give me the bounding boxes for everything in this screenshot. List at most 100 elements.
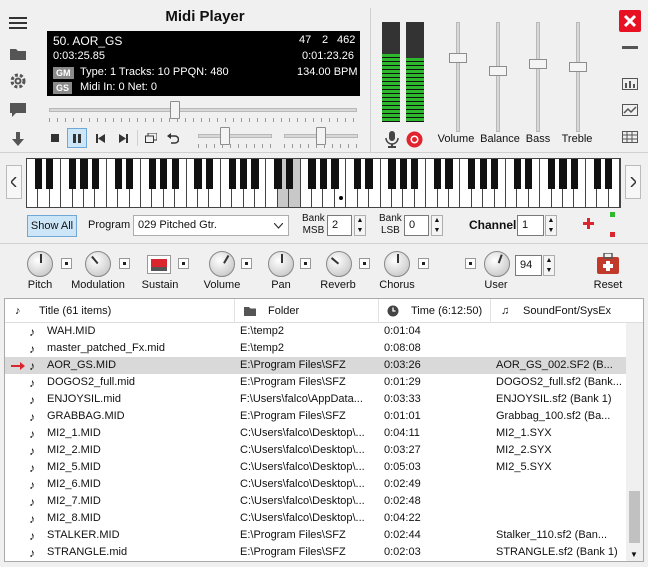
channel-spinner[interactable]: ▲ ▼: [545, 215, 557, 236]
pitch-slider-thumb[interactable]: [316, 127, 326, 145]
column-folder[interactable]: Folder: [235, 299, 379, 323]
scrollbar-thumb[interactable]: [629, 491, 640, 543]
minimize-button[interactable]: [618, 37, 642, 59]
table-row[interactable]: ♪ MI2_6.MID C:\Users\falco\Desktop\... 0:02…: [5, 476, 627, 493]
previous-button[interactable]: [90, 128, 110, 148]
pitch-toggle[interactable]: [61, 258, 72, 269]
show-all-button[interactable]: Show All: [27, 215, 77, 237]
download-button[interactable]: [6, 127, 30, 151]
piano-black-key[interactable]: [547, 159, 556, 189]
piano-black-key[interactable]: [331, 159, 339, 189]
bank-msb-spinner[interactable]: ▲ ▼: [354, 215, 366, 236]
table-button[interactable]: [618, 126, 642, 148]
piano-black-key[interactable]: [433, 159, 442, 189]
piano-black-key[interactable]: [490, 159, 499, 189]
menu-button[interactable]: [6, 11, 30, 35]
bank-lsb-input[interactable]: 0: [404, 215, 429, 236]
position-slider-thumb[interactable]: [170, 101, 180, 119]
reverb-toggle[interactable]: [359, 258, 370, 269]
modulation-knob[interactable]: [85, 251, 111, 277]
position-slider-track[interactable]: [49, 108, 357, 112]
piano-black-key[interactable]: [513, 159, 521, 189]
volume-slider-thumb[interactable]: [449, 53, 467, 63]
piano-black-key[interactable]: [68, 159, 77, 189]
pause-button[interactable]: [67, 128, 87, 148]
piano-black-key[interactable]: [559, 159, 567, 189]
user-knob[interactable]: [484, 251, 510, 277]
reset-button[interactable]: [596, 252, 620, 278]
piano-black-key[interactable]: [354, 159, 362, 189]
table-row[interactable]: ♪ master_patched_Fx.mid E:\temp2 0:08:08: [5, 340, 627, 357]
treble-slider-thumb[interactable]: [569, 62, 587, 72]
table-row[interactable]: ♪ GRABBAG.MID E:\Program Files\SFZ 0:01:01 G…: [5, 408, 627, 425]
piano-black-key[interactable]: [114, 159, 122, 189]
piano-black-key[interactable]: [319, 159, 328, 189]
piano-black-key[interactable]: [125, 159, 134, 189]
treble-slider-track[interactable]: [576, 22, 580, 132]
piano-black-key[interactable]: [251, 159, 259, 189]
table-row[interactable]: ♪ MI2_8.MID C:\Users\falco\Desktop\... 0:04…: [5, 510, 627, 527]
table-row[interactable]: ♪ AOR_GS.MID E:\Program Files\SFZ 0:03:26 AO…: [5, 357, 627, 374]
sustain-toggle[interactable]: [178, 258, 189, 269]
table-row[interactable]: ♪ MI2_1.MID C:\Users\falco\Desktop\... 0:04…: [5, 425, 627, 442]
piano-black-key[interactable]: [91, 159, 100, 189]
user-value-input[interactable]: 94: [515, 255, 542, 276]
microphone-button[interactable]: [385, 131, 399, 151]
piano-black-key[interactable]: [604, 159, 613, 189]
table-row[interactable]: ♪ WAH.MID E:\temp2 0:01:04: [5, 323, 627, 340]
user-value-spinner[interactable]: ▲ ▼: [543, 255, 555, 276]
sustain-button[interactable]: [147, 255, 171, 274]
next-button[interactable]: [113, 128, 133, 148]
chorus-toggle[interactable]: [418, 258, 429, 269]
reverb-knob[interactable]: [326, 251, 352, 277]
bank-msb-input[interactable]: 2: [327, 215, 352, 236]
window-button[interactable]: [141, 128, 161, 148]
playlist-scrollbar[interactable]: ▼: [626, 323, 643, 561]
piano-scroll-left-button[interactable]: [6, 165, 22, 199]
record-button[interactable]: [406, 131, 423, 151]
program-select[interactable]: 029 Pitched Gtr.: [133, 215, 289, 236]
table-row[interactable]: ♪ STALKER.MID E:\Program Files\SFZ 0:02:44 S…: [5, 527, 627, 544]
open-folder-button[interactable]: [6, 41, 30, 65]
speed-slider-thumb[interactable]: [220, 127, 230, 145]
graph-button[interactable]: [618, 99, 642, 121]
table-row[interactable]: ♪ STRANGLE.mid E:\Program Files\SFZ 0:02:03…: [5, 544, 627, 561]
pan-knob[interactable]: [268, 251, 294, 277]
piano-black-key[interactable]: [388, 159, 396, 189]
table-row[interactable]: ♪ DOGOS2_full.mid E:\Program Files\SFZ 0:01…: [5, 374, 627, 391]
piano-black-key[interactable]: [525, 159, 533, 189]
channel-input[interactable]: 1: [517, 215, 544, 236]
settings-button[interactable]: [6, 69, 30, 93]
piano-black-key[interactable]: [160, 159, 168, 189]
piano-black-key[interactable]: [148, 159, 157, 189]
add-channel-button[interactable]: [583, 218, 594, 232]
piano-keyboard[interactable]: [26, 158, 621, 208]
piano-black-key[interactable]: [468, 159, 476, 189]
column-soundfont[interactable]: ♫ SoundFont/SysEx: [491, 299, 627, 323]
column-time[interactable]: Time (6:12:50): [379, 299, 491, 323]
modulation-toggle[interactable]: [119, 258, 130, 269]
table-row[interactable]: ♪ ENJOYSIL.mid F:\Users\falco\AppData... 0:…: [5, 391, 627, 408]
piano-black-key[interactable]: [411, 159, 419, 189]
bank-lsb-spinner[interactable]: ▲ ▼: [431, 215, 443, 236]
piano-black-key[interactable]: [228, 159, 236, 189]
piano-black-key[interactable]: [240, 159, 248, 189]
loop-button[interactable]: [163, 128, 183, 148]
piano-black-key[interactable]: [365, 159, 373, 189]
table-row[interactable]: ♪ MI2_7.MID C:\Users\falco\Desktop\... 0:02…: [5, 493, 627, 510]
volume-toggle[interactable]: [241, 258, 252, 269]
volume-slider-track[interactable]: [456, 22, 460, 132]
piano-black-key[interactable]: [593, 159, 601, 189]
speed-slider-track[interactable]: [198, 134, 272, 138]
piano-black-key[interactable]: [46, 159, 54, 189]
scroll-down-icon[interactable]: ▼: [630, 550, 638, 559]
pitch-knob[interactable]: [27, 251, 53, 277]
table-row[interactable]: ♪ MI2_5.MID C:\Users\falco\Desktop\... 0:05…: [5, 459, 627, 476]
bass-slider-thumb[interactable]: [529, 59, 547, 69]
bass-slider-track[interactable]: [536, 22, 540, 132]
close-button[interactable]: [618, 10, 642, 32]
table-row[interactable]: ♪ MI2_2.MID C:\Users\falco\Desktop\... 0:03…: [5, 442, 627, 459]
spectrum-button[interactable]: [618, 73, 642, 95]
piano-black-key[interactable]: [285, 159, 293, 189]
user-toggle[interactable]: [465, 258, 476, 269]
